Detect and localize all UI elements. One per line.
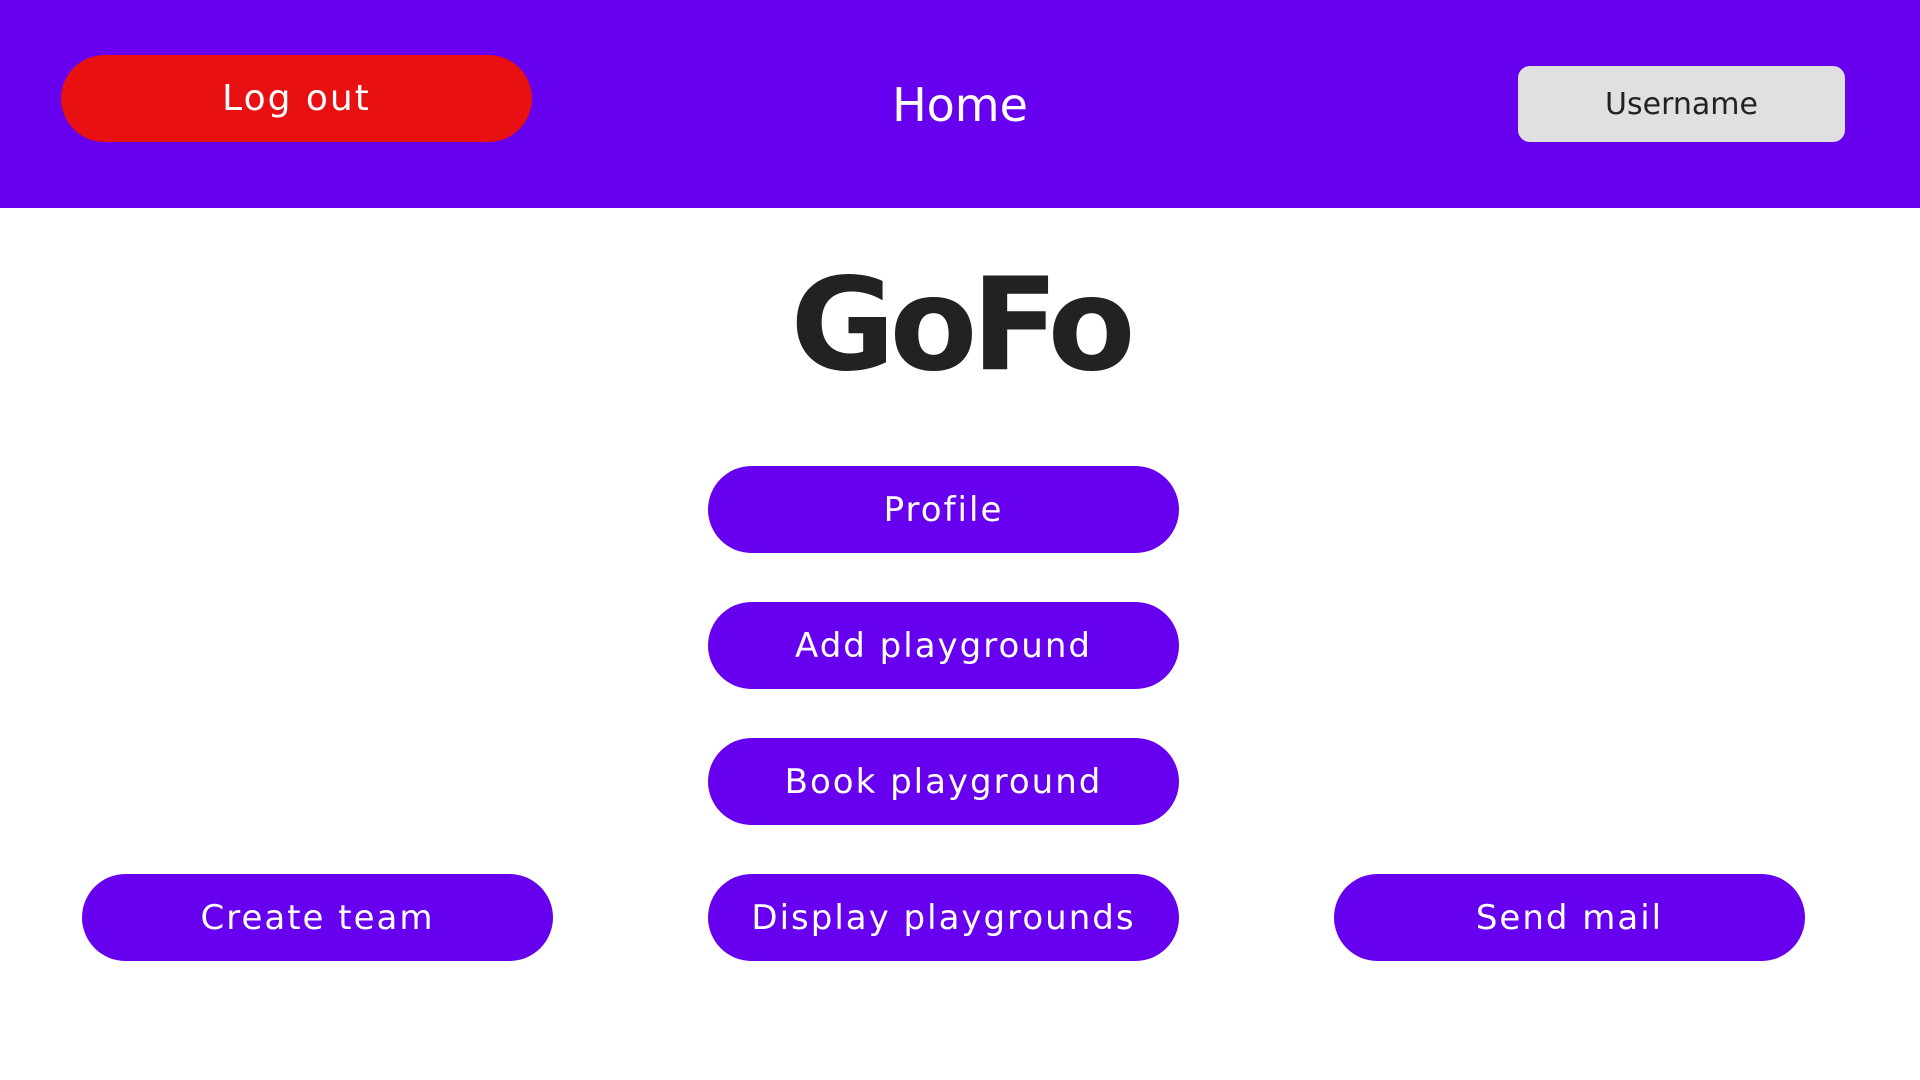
send-mail-button[interactable]: Send mail [1334, 874, 1805, 961]
display-playgrounds-button[interactable]: Display playgrounds [708, 874, 1179, 961]
home-page: Log out Home Username GoFo Profile Add p… [0, 0, 1920, 1080]
add-playground-button[interactable]: Add playground [708, 602, 1179, 689]
username-button[interactable]: Username [1518, 66, 1845, 142]
header-bar: Log out Home Username [0, 0, 1920, 208]
page-title: Home [892, 78, 1028, 132]
profile-button[interactable]: Profile [708, 466, 1179, 553]
create-team-button[interactable]: Create team [82, 874, 553, 961]
logout-button[interactable]: Log out [61, 55, 532, 142]
app-logo: GoFo [790, 250, 1135, 400]
book-playground-button[interactable]: Book playground [708, 738, 1179, 825]
